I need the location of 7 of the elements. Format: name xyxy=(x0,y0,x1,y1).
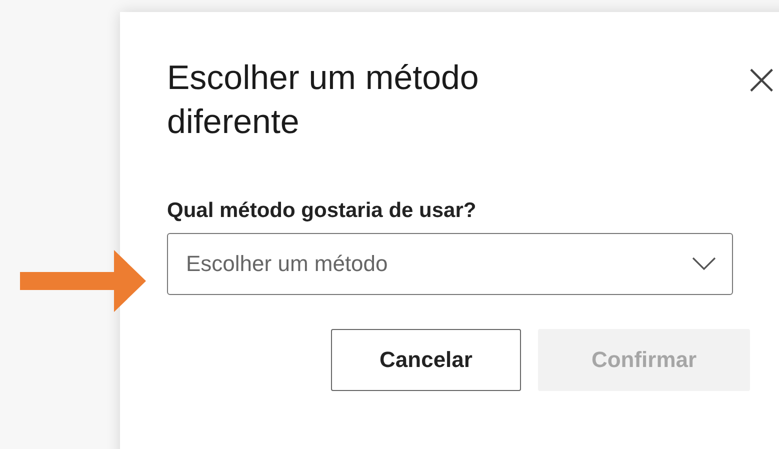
chevron-down-icon xyxy=(692,257,716,271)
close-button[interactable]: × xyxy=(743,62,779,98)
cancel-button[interactable]: Cancelar xyxy=(331,329,521,391)
method-dropdown[interactable]: Escolher um método xyxy=(167,233,733,295)
field-label: Qual método gostaria de usar? xyxy=(167,199,478,223)
arrow-icon xyxy=(20,250,146,312)
dialog-title: Escolher um método diferente xyxy=(167,58,480,143)
